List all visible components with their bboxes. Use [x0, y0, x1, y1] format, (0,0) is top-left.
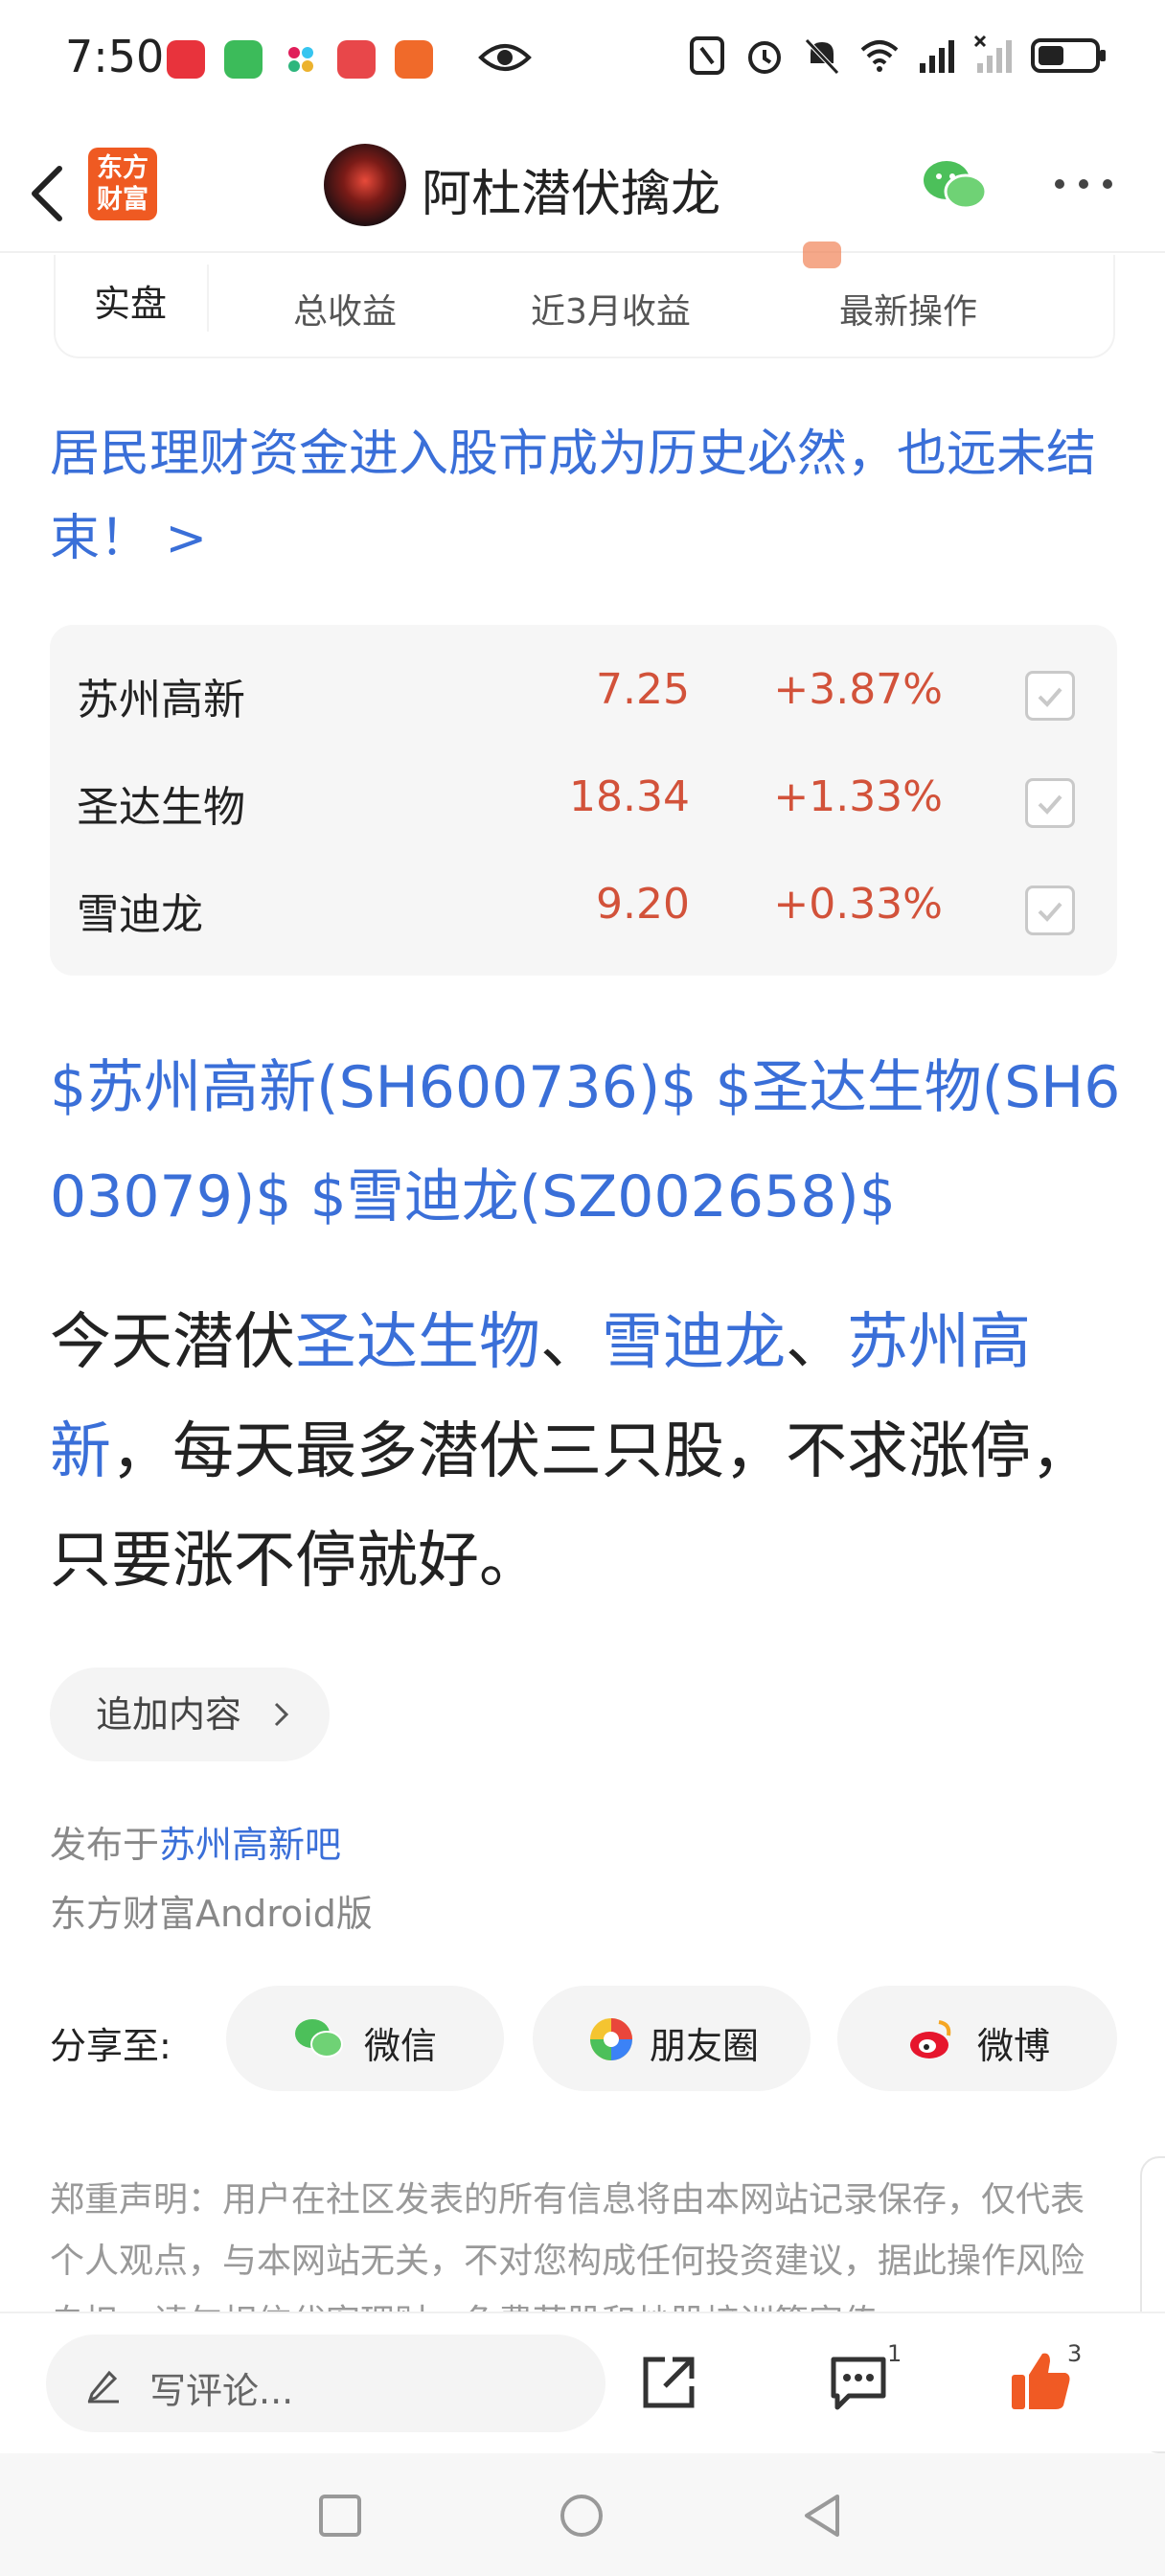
comment-icon[interactable]	[828, 2352, 889, 2413]
status-bar: 7:50	[0, 0, 1165, 125]
comment-count: 1	[887, 2340, 902, 2367]
body-text: 、	[786, 1307, 847, 1378]
home-button[interactable]	[558, 2492, 605, 2540]
total-return-label: 总收益	[293, 292, 398, 332]
like-count: 3	[1067, 2340, 1083, 2367]
three-month-return-label: 近3月收益	[531, 292, 691, 332]
share-moments-button[interactable]: 朋友圈	[533, 1986, 811, 2091]
client-info: 东方财富Android版	[50, 1893, 373, 1935]
check-icon	[1038, 902, 1062, 922]
eastmoney-logo[interactable]: 东方 财富	[88, 148, 157, 220]
stock-change: +0.33%	[773, 880, 943, 929]
partial-icon	[803, 242, 841, 268]
stock-price: 18.34	[569, 772, 690, 821]
moments-icon	[590, 2018, 632, 2060]
board-link[interactable]: 苏州高新吧	[159, 1824, 341, 1866]
pen-icon	[87, 2370, 119, 2404]
bottom-action-bar: 写评论... 1 3	[0, 2312, 1165, 2451]
wechat-icon	[295, 2019, 343, 2058]
stats-tab-real[interactable]: 实盘	[94, 274, 167, 327]
stats-card: 实盘 总收益 近3月收益 最新操作	[54, 242, 1115, 358]
stock-price: 7.25	[596, 665, 690, 714]
share-icon[interactable]	[638, 2352, 699, 2413]
back-button[interactable]	[21, 155, 79, 232]
stock-change: +1.33%	[773, 772, 943, 821]
logo-line-2: 财富	[97, 185, 148, 215]
stock-row[interactable]: 雪迪龙 9.20 +0.33%	[50, 851, 1117, 958]
xiaohongshu-icon	[167, 40, 205, 79]
stock-name: 苏州高新	[77, 676, 245, 724]
signal-icon	[920, 40, 954, 73]
more-icon[interactable]	[1050, 165, 1117, 203]
no-signal-icon	[973, 34, 1012, 73]
share-weibo-button[interactable]: 微博	[837, 1986, 1117, 2091]
body-text: 今天潜伏	[50, 1307, 295, 1378]
slack-icon	[282, 40, 320, 79]
published-prefix: 发布于	[50, 1824, 160, 1866]
share-wechat-button[interactable]: 微信	[226, 1986, 504, 2091]
stock-link[interactable]: 雪迪龙	[602, 1307, 786, 1378]
post-body: 今天潜伏圣达生物、雪迪龙、苏州高新，每天最多潜伏三只股，不求涨停，只要涨不停就好…	[50, 1288, 1127, 1616]
append-content-label: 追加内容	[96, 1693, 242, 1736]
body-text: ，每天最多潜伏三只股，不求涨停，只要涨不停就好。	[50, 1416, 1092, 1597]
share-label: 分享至:	[50, 2025, 171, 2067]
eye-icon	[478, 44, 532, 71]
wifi-icon	[860, 40, 899, 72]
recent-apps-button[interactable]	[316, 2492, 364, 2540]
published-in: 发布于苏州高新吧	[50, 1815, 341, 1868]
stock-price: 9.20	[596, 880, 690, 929]
check-icon	[1038, 687, 1062, 707]
stock-change: +3.87%	[773, 665, 943, 714]
author-avatar[interactable]	[324, 144, 406, 226]
stock-table: 苏州高新 7.25 +3.87% 圣达生物 18.34 +1.33% 雪迪龙 9…	[50, 625, 1117, 976]
add-watchlist-checkbox[interactable]	[1025, 778, 1075, 828]
back-nav-button[interactable]	[799, 2492, 847, 2540]
stock-row[interactable]: 圣达生物 18.34 +1.33%	[50, 744, 1117, 851]
status-icons	[686, 34, 1108, 77]
stock-link[interactable]: 圣达生物	[295, 1307, 540, 1378]
logo-line-1: 东方	[97, 153, 148, 183]
wechat-share-icon[interactable]	[922, 157, 989, 215]
author-name[interactable]: 阿杜潜伏擒龙	[422, 153, 720, 225]
share-moments-label: 朋友圈	[650, 2025, 760, 2067]
mute-icon	[805, 38, 839, 75]
add-watchlist-checkbox[interactable]	[1025, 886, 1075, 935]
body-text: 、	[540, 1307, 602, 1378]
nfc-icon	[690, 36, 724, 75]
comment-placeholder: 写评论...	[149, 2370, 294, 2412]
share-weibo-label: 微博	[977, 2025, 1051, 2067]
stock-tags[interactable]: $苏州高新(SH600736)$ $圣达生物(SH603079)$ $雪迪龙(S…	[50, 1033, 1127, 1252]
post-title-link[interactable]: 居民理财资金进入股市成为历史必然，也远未结束！ >	[50, 412, 1123, 581]
system-nav-bar	[0, 2453, 1165, 2576]
add-watchlist-checkbox[interactable]	[1025, 671, 1075, 721]
stock-name: 圣达生物	[77, 783, 245, 832]
share-wechat-label: 微信	[364, 2025, 438, 2067]
chevron-right-icon	[274, 1702, 289, 1727]
nav-bar: 东方 财富 阿杜潜伏擒龙	[0, 134, 1165, 253]
thumbs-up-icon[interactable]	[1008, 2348, 1075, 2415]
stock-name: 雪迪龙	[77, 890, 203, 939]
weibo-icon	[910, 2020, 951, 2058]
latest-operation-label: 最新操作	[839, 292, 978, 332]
nav-divider	[0, 251, 1165, 253]
wechat-icon	[224, 40, 263, 79]
alarm-icon	[748, 41, 781, 74]
status-time: 7:50	[65, 31, 165, 82]
battery-icon	[1031, 38, 1106, 73]
check-icon	[1038, 794, 1062, 815]
comment-input[interactable]: 写评论...	[46, 2334, 605, 2432]
feishu-icon	[395, 40, 433, 79]
notes-icon	[337, 40, 376, 79]
append-content-button[interactable]: 追加内容	[50, 1668, 330, 1761]
disclaimer: 郑重声明：用户在社区发表的所有信息将由本网站记录保存，仅代表个人观点，与本网站无…	[50, 2180, 1085, 2313]
stats-divider	[207, 264, 209, 332]
stock-row[interactable]: 苏州高新 7.25 +3.87%	[50, 636, 1117, 744]
